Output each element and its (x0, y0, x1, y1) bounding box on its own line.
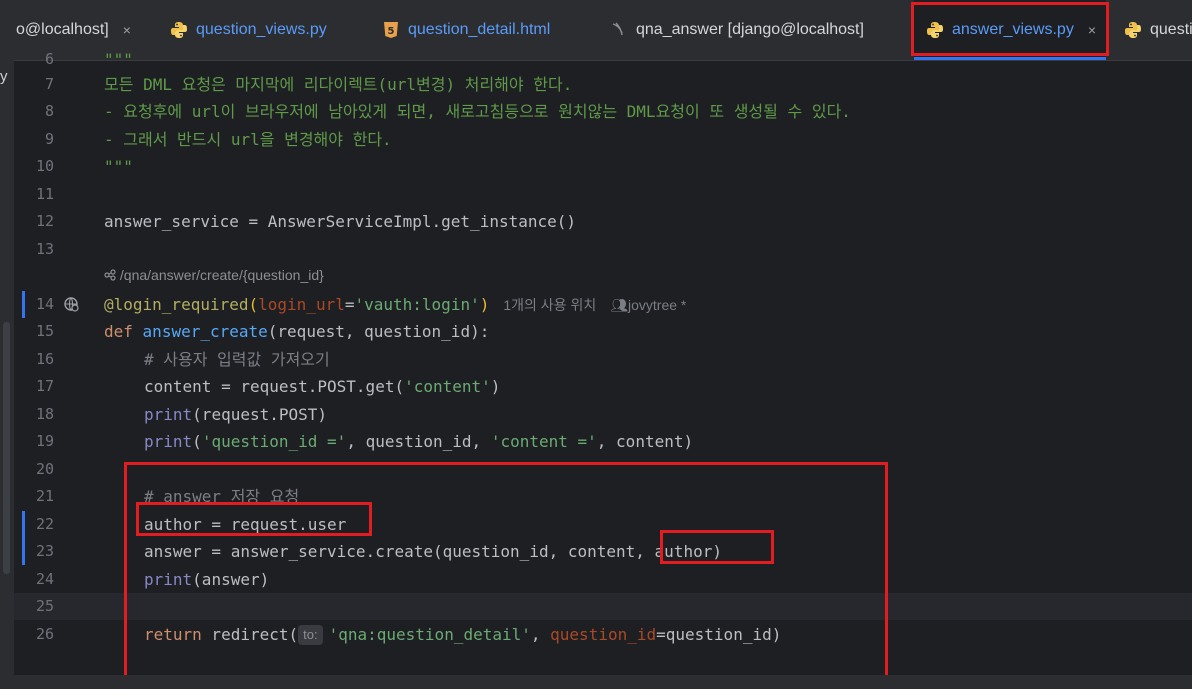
line-number: 12 (35, 212, 54, 230)
project-panel-edge: y (0, 60, 14, 689)
line-number: 26 (35, 625, 54, 643)
tab-label: question_views.py (196, 21, 327, 38)
code-text: answer = answer_service.create(question_… (144, 542, 722, 561)
code-text: return redirect(to:'qna:question_detail'… (144, 625, 782, 645)
line-number: 14 (35, 295, 54, 313)
line-number: 25 (35, 597, 54, 615)
code-text: """ (104, 50, 133, 69)
code-text: print(request.POST) (144, 405, 328, 424)
line-number: 22 (35, 515, 54, 533)
code-line: 10 """ (14, 153, 1192, 180)
status-bar (0, 675, 1192, 689)
line-number: 6 (44, 50, 54, 68)
endpoint-url-hint[interactable]: /qna/answer/create/{question_id} (104, 264, 324, 286)
line-number: 10 (35, 157, 54, 175)
code-editor[interactable]: 6 """ 7 모든 DML 요청은 마지막에 리다이렉트(url변경) 처리해… (14, 50, 1192, 686)
code-line: 17 content = request.POST.get('content') (14, 373, 1192, 400)
line-number: 9 (44, 130, 54, 148)
html5-icon: 5 (382, 21, 400, 39)
code-line: 9 - 그래서 반드시 url을 변경해야 한다. (14, 126, 1192, 153)
author-hint[interactable]: jovytree * (628, 297, 686, 313)
python-icon (170, 21, 188, 39)
code-line: 7 모든 DML 요청은 마지막에 리다이렉트(url변경) 처리해야 한다. (14, 71, 1192, 98)
tab-label: o@localhost] (16, 21, 109, 38)
code-line: 6 """ (14, 46, 1192, 73)
scrollbar-thumb[interactable] (3, 322, 10, 574)
endpoint-url-text: /qna/answer/create/{question_id} (119, 267, 324, 283)
line-number: 11 (35, 185, 54, 203)
line-number: 17 (35, 377, 54, 395)
code-text: - 그래서 반드시 url을 변경해야 한다. (104, 130, 392, 149)
parameter-hint: to: (298, 625, 323, 645)
code-line-current: 25 (14, 593, 1192, 620)
line-number: 23 (35, 542, 54, 560)
code-comment: # answer 저장 요청 (144, 487, 300, 506)
code-text: print('question_id =', question_id, 'con… (144, 432, 694, 451)
python-icon (1124, 21, 1142, 39)
code-line: 21 # answer 저장 요청 (14, 483, 1192, 510)
code-line: 13 (14, 236, 1192, 263)
code-comment: # 사용자 입력값 가져오기 (144, 350, 330, 369)
code-text: print(answer) (144, 570, 270, 589)
code-text: @login_required(login_url='vauth:login')… (104, 295, 687, 314)
mysql-table-icon (610, 21, 628, 39)
code-text: """ (104, 157, 133, 176)
svg-text:5: 5 (388, 26, 395, 37)
web-endpoint-gutter-icon[interactable] (62, 295, 80, 313)
link-icon (104, 267, 120, 283)
project-panel-text: y (0, 68, 8, 85)
line-number: 15 (35, 322, 54, 340)
code-line: 20 (14, 456, 1192, 483)
line-number: 7 (44, 75, 54, 93)
code-line: 24 print(answer) (14, 566, 1192, 593)
code-text: 모든 DML 요청은 마지막에 리다이렉트(url변경) 처리해야 한다. (104, 75, 573, 94)
tab-label: qna_answer [django@localhost] (636, 21, 864, 38)
code-line: 8 - 요청후에 url이 브라우저에 남아있게 되면, 새로고침등으로 원치않… (14, 98, 1192, 125)
line-number: 18 (35, 405, 54, 423)
code-text: author = request.user (144, 515, 347, 534)
line-number: 19 (35, 432, 54, 450)
line-number: 13 (35, 240, 54, 258)
author-icon: 👥︎ (610, 297, 628, 313)
code-line: 15 def answer_create(request, question_i… (14, 318, 1192, 345)
line-number: 20 (35, 460, 54, 478)
code-line: 11 (14, 181, 1192, 208)
code-line: 23 answer = answer_service.create(questi… (14, 538, 1192, 565)
code-line: 26 return redirect(to:'qna:question_deta… (14, 621, 1192, 648)
tab-label: questi (1150, 21, 1192, 38)
code-line: 14 @login_required(login_url='vauth:logi… (14, 291, 1192, 318)
code-line: 19 print('question_id =', question_id, '… (14, 428, 1192, 455)
code-line: 12 answer_service = AnswerServiceImpl.ge… (14, 208, 1192, 235)
line-number: 16 (35, 350, 54, 368)
code-line: 18 print(request.POST) (14, 401, 1192, 428)
line-number: 8 (44, 102, 54, 120)
code-line: 16 # 사용자 입력값 가져오기 (14, 346, 1192, 373)
usage-count-hint[interactable]: 1개의 사용 위치 (503, 297, 596, 313)
code-line: 22 author = request.user (14, 511, 1192, 538)
code-text: content = request.POST.get('content') (144, 377, 501, 396)
line-number: 24 (35, 570, 54, 588)
code-text: - 요청후에 url이 브라우저에 남아있게 되면, 새로고침등으로 원치않는 … (104, 102, 851, 121)
code-text: def answer_create(request, question_id): (104, 322, 490, 341)
close-icon[interactable]: × (123, 22, 131, 38)
tab-label: question_detail.html (408, 21, 551, 38)
code-text: answer_service = AnswerServiceImpl.get_i… (104, 212, 577, 231)
line-number: 21 (35, 487, 54, 505)
